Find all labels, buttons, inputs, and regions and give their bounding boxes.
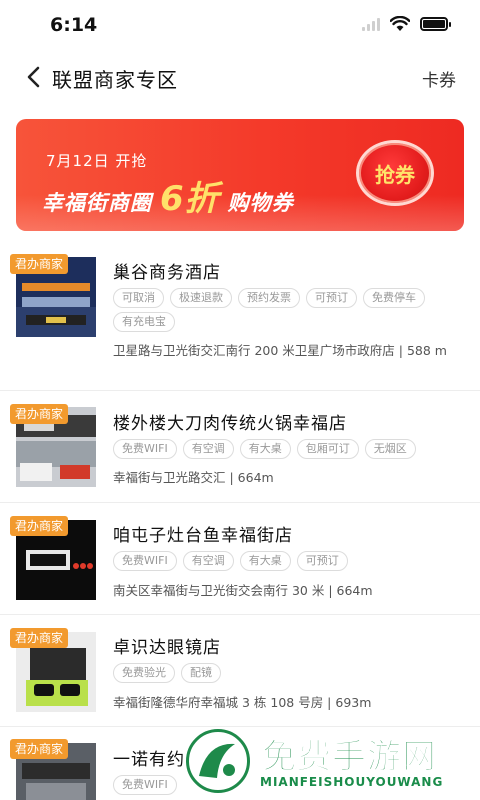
grab-coupon-label: 抢券 (375, 162, 415, 187)
shop-address: 幸福街与卫光路交汇 | 664m (113, 470, 274, 485)
shop-tag: 预约发票 (238, 288, 300, 308)
merchant-badge: 君办商家 (10, 254, 69, 274)
watermark-logo-icon (186, 729, 250, 793)
banner-coupon-text: 购物券 (227, 191, 294, 215)
promo-banner[interactable]: 7月12日 开抢 幸福街商圈 6折 购物券 抢券 (16, 119, 464, 231)
watermark-subtitle: MIANFEISHOUYOUWANG (260, 775, 444, 789)
status-time: 6:14 (50, 14, 98, 36)
shop-list: 君办商家 巢谷商务酒店 可取消 极速退款 预约发票 可预订 免费停车 有充电宝 … (0, 243, 480, 800)
merchant-badge: 君办商家 (10, 404, 69, 424)
merchant-badge: 君办商家 (10, 739, 69, 759)
shop-tag: 无烟区 (364, 439, 416, 459)
shop-tag: 有充电宝 (113, 312, 175, 332)
grab-coupon-button[interactable]: 抢券 (356, 140, 434, 206)
site-watermark: 免费手游网 MIANFEISHOUYOUWANG (180, 725, 480, 800)
shop-tag: 可预订 (296, 551, 348, 571)
back-button[interactable] (18, 62, 48, 92)
shop-tag: 有空调 (182, 439, 234, 459)
shop-tag: 可预订 (306, 288, 357, 308)
list-item[interactable]: 君办商家 卓识达眼镜店 免费验光 配镜 幸福街隆德华府幸福城 3 栋 108 号… (0, 615, 480, 727)
list-item[interactable]: 君办商家 楼外楼大刀肉传统火锅幸福店 免费WIFI 有空调 有大桌 包厢可订 无… (0, 391, 480, 503)
watermark-title: 免费手游网 (262, 737, 437, 778)
shop-tag: 免费WIFI (113, 775, 177, 795)
battery-icon (420, 17, 451, 31)
banner-date: 7月12日 开抢 (46, 152, 148, 170)
shop-name: 楼外楼大刀肉传统火锅幸福店 (113, 414, 347, 434)
shop-tag: 有大桌 (239, 439, 291, 459)
page-title: 联盟商家专区 (52, 68, 178, 92)
shop-tag: 免费停车 (363, 288, 425, 308)
banner-headline: 幸福街商圈 6折 购物券 (42, 171, 294, 220)
shop-name: 巢谷商务酒店 (113, 263, 221, 283)
shop-address: 幸福街隆德华府幸福城 3 栋 108 号房 | 693m (113, 695, 372, 710)
list-item[interactable]: 君办商家 巢谷商务酒店 可取消 极速退款 预约发票 可预订 免费停车 有充电宝 … (0, 243, 480, 391)
chevron-left-icon (27, 66, 40, 88)
shop-tag: 有空调 (182, 551, 234, 571)
shop-tag: 免费WIFI (113, 551, 177, 571)
banner-discount: 6折 (160, 179, 220, 219)
shop-tags: 免费验光 配镜 (113, 663, 458, 683)
signal-icon (362, 17, 380, 31)
shop-tag: 免费验光 (113, 663, 175, 683)
merchant-badge: 君办商家 (10, 628, 69, 648)
shop-name: 咱屯子灶台鱼幸福街店 (113, 526, 293, 546)
shop-tag: 配镜 (181, 663, 221, 683)
shop-name: 卓识达眼镜店 (113, 638, 221, 658)
shop-address: 卫星路与卫光街交汇南行 200 米卫星广场市政府店 | 588 m (113, 343, 447, 358)
shop-tags: 可取消 极速退款 预约发票 可预订 免费停车 有充电宝 (113, 288, 458, 332)
merchant-badge: 君办商家 (10, 516, 69, 536)
status-bar: 6:14 (0, 0, 480, 52)
shop-tag: 极速退款 (170, 288, 232, 308)
wifi-icon (390, 16, 410, 31)
list-item[interactable]: 君办商家 咱屯子灶台鱼幸福街店 免费WIFI 有空调 有大桌 可预订 南关区幸福… (0, 503, 480, 615)
banner-shop-text: 幸福街商圈 (42, 191, 152, 215)
shop-tag: 免费WIFI (113, 439, 177, 459)
shop-tag: 有大桌 (239, 551, 291, 571)
shop-name: 一诺有约 (113, 750, 185, 770)
shop-address: 南关区幸福街与卫光街交会南行 30 米 | 664m (113, 583, 373, 598)
shop-tag: 包厢可订 (296, 439, 359, 459)
shop-tag: 可取消 (113, 288, 164, 308)
nav-header: 联盟商家专区 卡券 (0, 52, 480, 102)
shop-tags: 免费WIFI 有空调 有大桌 包厢可订 无烟区 (113, 439, 458, 459)
coupons-link[interactable]: 卡券 (422, 66, 456, 91)
status-icons (362, 16, 451, 32)
shop-tags: 免费WIFI 有空调 有大桌 可预订 (113, 551, 458, 571)
